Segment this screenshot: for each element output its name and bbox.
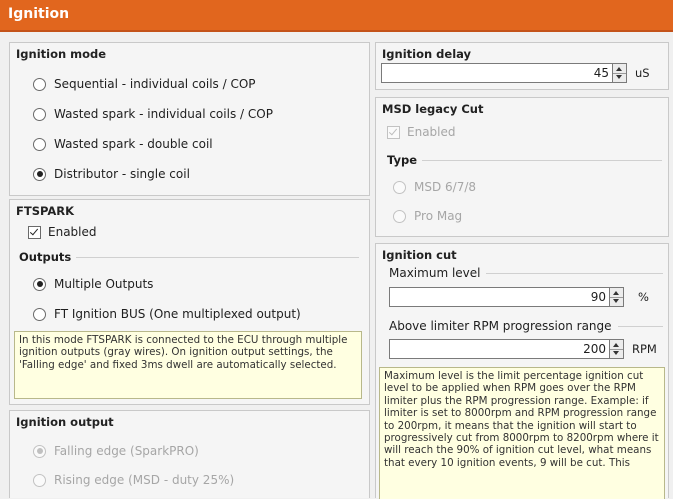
ignition-output-option-label: Rising edge (MSD - duty 25%) — [54, 473, 235, 487]
msd-legacy-cut-title: MSD legacy Cut — [382, 102, 484, 116]
ftspark-panel: FTSPARK Enabled Outputs Multiple Outputs… — [9, 199, 370, 405]
max-level-input[interactable]: 90 — [389, 287, 610, 307]
ignition-mode-option-wasted-double[interactable]: Wasted spark - double coil — [33, 134, 213, 154]
group-divider — [422, 159, 662, 161]
msd-type-group-title: Type — [387, 153, 662, 167]
ignition-output-option-label: Falling edge (SparkPRO) — [54, 444, 199, 458]
msd-option-label: MSD 6/7/8 — [414, 180, 477, 194]
max-level-legend: Maximum level — [389, 266, 663, 280]
ignition-mode-option-label: Distributor - single coil — [54, 167, 190, 181]
ignition-mode-option-distributor[interactable]: Distributor - single coil — [33, 164, 190, 184]
ignition-delay-input[interactable]: 45 — [381, 63, 613, 83]
msd-option-678[interactable]: MSD 6/7/8 — [393, 177, 476, 197]
group-divider — [617, 325, 663, 327]
ignition-output-option-falling[interactable]: Falling edge (SparkPRO) — [33, 441, 199, 461]
ignition-delay-title: Ignition delay — [382, 47, 472, 61]
spin-divider — [610, 297, 623, 298]
ignition-cut-panel: Ignition cut Maximum level 90 % Above li… — [375, 243, 669, 499]
ftspark-enabled-box[interactable] — [28, 225, 41, 239]
msd-enabled-box[interactable] — [387, 125, 400, 139]
ignition-mode-panel: Ignition mode Sequential - individual co… — [9, 42, 370, 196]
spin-arrows[interactable] — [610, 287, 624, 307]
msd-enabled-checkbox[interactable]: Enabled — [387, 122, 456, 142]
max-level-label: Maximum level — [389, 266, 481, 280]
msd-legacy-cut-panel: MSD legacy Cut Enabled Type MSD 6/7/8 Pr… — [375, 97, 669, 237]
ftspark-option-label: Multiple Outputs — [54, 277, 154, 291]
ignition-delay-unit: uS — [635, 66, 650, 80]
ignition-delay-panel: Ignition delay 45 uS — [375, 42, 669, 90]
radio-ft-ignition-bus[interactable] — [33, 307, 46, 321]
ignition-output-option-rising[interactable]: Rising edge (MSD - duty 25%) — [33, 470, 234, 490]
ftspark-title: FTSPARK — [16, 204, 75, 218]
ignition-mode-title: Ignition mode — [16, 47, 107, 61]
radio-distributor[interactable] — [33, 167, 46, 181]
radio-multiple-outputs[interactable] — [33, 277, 46, 291]
spin-divider — [610, 349, 623, 350]
max-level-unit: % — [638, 290, 649, 304]
ignition-cut-info-box: Maximum level is the limit percentage ig… — [379, 367, 665, 499]
radio-wasted-double[interactable] — [33, 137, 46, 151]
radio-falling-edge[interactable] — [33, 444, 46, 458]
ignition-mode-option-wasted-individual[interactable]: Wasted spark - individual coils / COP — [33, 104, 273, 124]
ftspark-option-multiple[interactable]: Multiple Outputs — [33, 274, 153, 294]
spin-up-icon[interactable] — [613, 343, 619, 347]
ignition-mode-option-label: Wasted spark - individual coils / COP — [54, 107, 273, 121]
rpm-range-spinbox[interactable]: 200 RPM — [389, 338, 657, 360]
ftspark-info-box: In this mode FTSPARK is connected to the… — [14, 331, 362, 399]
spin-down-icon[interactable] — [613, 351, 619, 355]
window-title-bar: Ignition — [0, 0, 673, 32]
ignition-mode-option-sequential[interactable]: Sequential - individual coils / COP — [33, 74, 256, 94]
radio-sequential[interactable] — [33, 77, 46, 91]
rpm-range-unit: RPM — [632, 342, 657, 356]
ftspark-outputs-group-title: Outputs — [19, 250, 359, 264]
max-level-spinbox[interactable]: 90 % — [389, 286, 649, 308]
spin-down-icon[interactable] — [613, 299, 619, 303]
spin-divider — [613, 73, 626, 74]
rpm-range-legend: Above limiter RPM progression range — [389, 319, 663, 333]
ftspark-outputs-label: Outputs — [19, 250, 72, 264]
group-divider — [76, 256, 359, 258]
msd-type-label: Type — [387, 153, 418, 167]
rpm-range-label: Above limiter RPM progression range — [389, 319, 612, 333]
ftspark-enabled-checkbox[interactable]: Enabled — [28, 222, 97, 242]
rpm-range-input[interactable]: 200 — [389, 339, 610, 359]
msd-enabled-label: Enabled — [407, 125, 456, 139]
ignition-output-panel: Ignition output Falling edge (SparkPRO) … — [9, 410, 370, 498]
ftspark-enabled-label: Enabled — [48, 225, 97, 239]
ignition-mode-option-label: Wasted spark - double coil — [54, 137, 213, 151]
spin-arrows[interactable] — [610, 339, 624, 359]
ignition-mode-option-label: Sequential - individual coils / COP — [54, 77, 256, 91]
spin-arrows[interactable] — [613, 63, 627, 83]
ignition-cut-title: Ignition cut — [382, 248, 457, 262]
window-title: Ignition — [8, 6, 70, 22]
spin-up-icon[interactable] — [613, 291, 619, 295]
radio-rising-edge[interactable] — [33, 473, 46, 487]
radio-pro-mag[interactable] — [393, 209, 406, 223]
spin-up-icon[interactable] — [616, 67, 622, 71]
radio-msd-678[interactable] — [393, 180, 406, 194]
group-divider — [486, 272, 663, 274]
msd-option-label: Pro Mag — [414, 209, 463, 223]
ignition-delay-spinbox[interactable]: 45 uS — [381, 62, 650, 84]
ftspark-option-label: FT Ignition BUS (One multiplexed output) — [54, 307, 301, 321]
ftspark-option-bus[interactable]: FT Ignition BUS (One multiplexed output) — [33, 304, 301, 324]
radio-wasted-individual[interactable] — [33, 107, 46, 121]
ignition-output-title: Ignition output — [16, 415, 114, 429]
msd-option-promag[interactable]: Pro Mag — [393, 206, 462, 226]
spin-down-icon[interactable] — [616, 75, 622, 79]
